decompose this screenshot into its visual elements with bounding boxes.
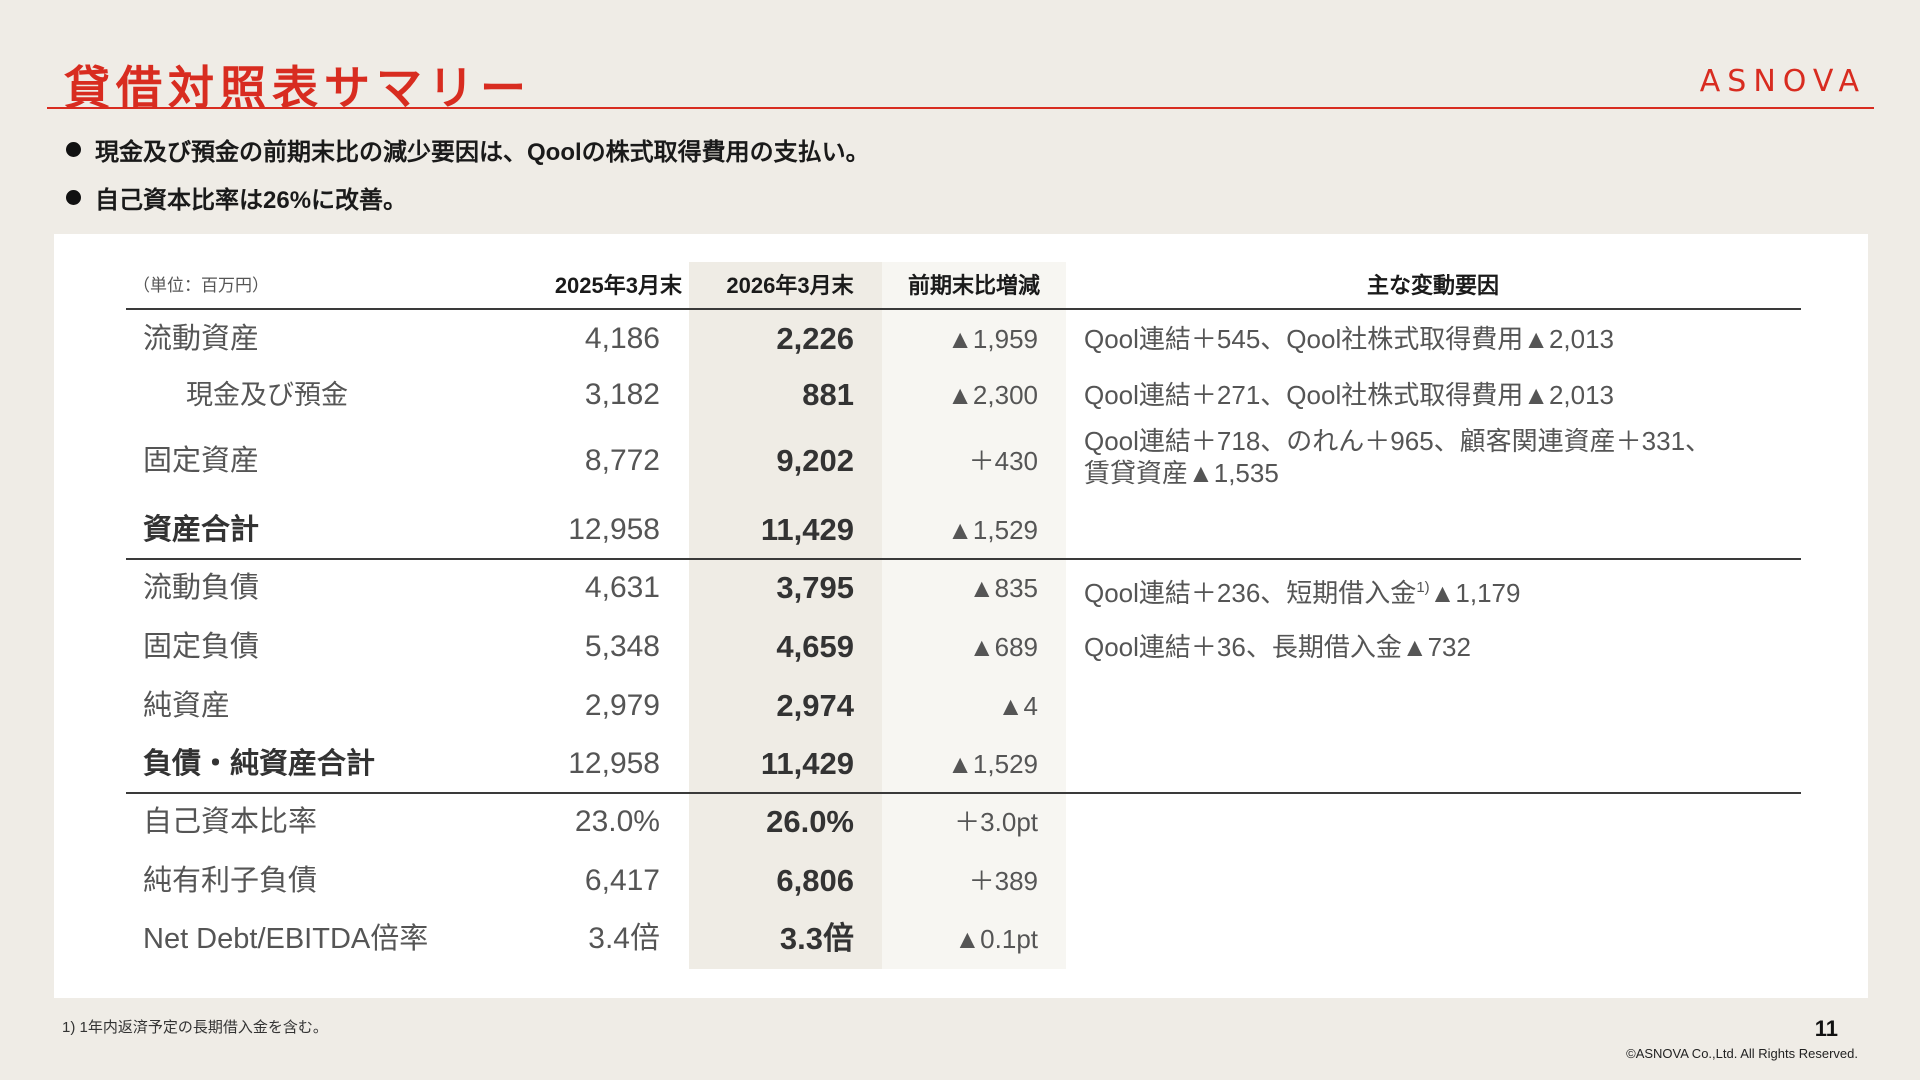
value-change: ＋389 bbox=[968, 866, 1038, 896]
value-prev: 12,958 bbox=[568, 513, 660, 546]
table-row: 負債・純資産合計 12,958 11,429 ▲1,529 bbox=[0, 739, 1920, 789]
table-row: 現金及び預金 3,182 881 ▲2,300 Qool連結＋271、Qool社… bbox=[0, 370, 1920, 420]
summary-bullets: 現金及び預金の前期末比の減少要因は、Qoolの株式取得費用の支払い。 自己資本比… bbox=[64, 132, 870, 228]
value-prev: 6,417 bbox=[584, 864, 660, 897]
value-change: ＋3.0pt bbox=[954, 807, 1038, 837]
bullet-dot-icon bbox=[66, 189, 81, 205]
bullet-dot-icon bbox=[66, 141, 81, 157]
row-label: 純有利子負債 bbox=[143, 865, 318, 897]
row-label: 負債・純資産合計 bbox=[143, 748, 376, 780]
company-logo: ASNOVA bbox=[1699, 64, 1866, 99]
value-prev: 2,979 bbox=[584, 689, 660, 722]
value-change: ▲835 bbox=[968, 573, 1038, 603]
value-current: 3,795 bbox=[776, 570, 854, 605]
row-label: 固定負債 bbox=[143, 631, 260, 663]
value-change: ▲4 bbox=[997, 691, 1038, 721]
value-current: 11,429 bbox=[760, 746, 854, 781]
value-change: ▲689 bbox=[968, 632, 1038, 662]
value-change: ▲2,300 bbox=[947, 380, 1038, 410]
slide: 貸借対照表サマリー ASNOVA 現金及び預金の前期末比の減少要因は、Qoolの… bbox=[0, 0, 1920, 1080]
unit-label: （単位：百万円） bbox=[133, 276, 269, 295]
value-prev: 4,186 bbox=[584, 322, 660, 355]
section-divider bbox=[126, 558, 1801, 560]
value-current: 4,659 bbox=[776, 629, 854, 664]
value-current: 6,806 bbox=[776, 863, 854, 898]
value-current: 11,429 bbox=[760, 512, 854, 547]
table-row: 固定資産 8,772 9,202 ＋430 Qool連結＋718、のれん＋965… bbox=[0, 426, 1920, 506]
value-prev: 12,958 bbox=[568, 747, 660, 780]
value-prev: 8,772 bbox=[584, 444, 660, 477]
row-label: 現金及び預金 bbox=[186, 380, 348, 410]
column-header-reasons: 主な変動要因 bbox=[1366, 273, 1499, 298]
value-change: ▲0.1pt bbox=[954, 924, 1038, 954]
table-row: 流動資産 4,186 2,226 ▲1,959 Qool連結＋545、Qool社… bbox=[0, 314, 1920, 364]
column-header-change: 前期末比増減 bbox=[907, 273, 1040, 298]
row-label: 流動負債 bbox=[143, 572, 260, 604]
value-current: 3.3倍 bbox=[779, 921, 854, 956]
value-change: ▲1,959 bbox=[947, 324, 1038, 354]
row-label: 資産合計 bbox=[143, 514, 260, 546]
bullet-text: 現金及び預金の前期末比の減少要因は、Qoolの株式取得費用の支払い。 bbox=[95, 138, 870, 166]
column-header-prev: 2025年3月末 bbox=[554, 273, 682, 298]
row-label: 純資産 bbox=[143, 690, 231, 722]
bullet-item: 自己資本比率は26%に改善。 bbox=[64, 180, 870, 214]
table-row: 自己資本比率 23.0% 26.0% ＋3.0pt bbox=[0, 797, 1920, 847]
section-divider bbox=[126, 792, 1801, 794]
change-reason-line: 賃貸資産▲1,535 bbox=[1084, 458, 1279, 488]
row-label: 自己資本比率 bbox=[143, 806, 318, 838]
value-change: ▲1,529 bbox=[947, 749, 1038, 779]
footnote-marker: 1) bbox=[1416, 579, 1430, 596]
value-prev: 3.4倍 bbox=[588, 922, 660, 955]
value-change: ＋430 bbox=[968, 446, 1038, 476]
table-row: 純資産 2,979 2,974 ▲4 bbox=[0, 681, 1920, 731]
change-reason-text: Qool連結＋236、短期借入金 bbox=[1084, 578, 1417, 608]
footnote: 1) 1年内返済予定の長期借入金を含む。 bbox=[62, 1019, 328, 1036]
value-prev: 3,182 bbox=[584, 378, 660, 411]
change-reason-text: ▲1,179 bbox=[1429, 578, 1521, 608]
table-row: 固定負債 5,348 4,659 ▲689 Qool連結＋36、長期借入金▲73… bbox=[0, 622, 1920, 672]
table-row: Net Debt/EBITDA倍率 3.4倍 3.3倍 ▲0.1pt bbox=[0, 914, 1920, 964]
change-reason: Qool連結＋236、短期借入金1)▲1,179 bbox=[1084, 572, 1520, 609]
bullet-item: 現金及び預金の前期末比の減少要因は、Qoolの株式取得費用の支払い。 bbox=[64, 132, 870, 166]
value-current: 9,202 bbox=[776, 443, 854, 478]
column-header-current: 2026年3月末 bbox=[726, 273, 854, 298]
row-label: Net Debt/EBITDA倍率 bbox=[143, 923, 429, 955]
copyright: ©ASNOVA Co.,Ltd. All Rights Reserved. bbox=[1626, 1046, 1858, 1061]
change-reason: Qool連結＋718、のれん＋965、顧客関連資産＋331、 賃貸資産▲1,53… bbox=[1084, 425, 1711, 489]
table-row: 流動負債 4,631 3,795 ▲835 Qool連結＋236、短期借入金1)… bbox=[0, 563, 1920, 613]
value-current: 881 bbox=[802, 377, 854, 412]
value-current: 2,226 bbox=[776, 321, 854, 356]
change-reason: Qool連結＋36、長期借入金▲732 bbox=[1084, 632, 1471, 662]
table-row: 純有利子負債 6,417 6,806 ＋389 bbox=[0, 856, 1920, 906]
row-label: 固定資産 bbox=[143, 445, 260, 477]
bullet-text: 自己資本比率は26%に改善。 bbox=[95, 186, 408, 214]
value-prev: 23.0% bbox=[574, 805, 660, 838]
value-current: 26.0% bbox=[766, 804, 854, 839]
change-reason: Qool連結＋545、Qool社株式取得費用▲2,013 bbox=[1084, 324, 1615, 354]
table-row: 資産合計 12,958 11,429 ▲1,529 bbox=[0, 505, 1920, 555]
value-prev: 5,348 bbox=[584, 630, 660, 663]
row-label: 流動資産 bbox=[143, 323, 260, 355]
change-reason-line: Qool連結＋718、のれん＋965、顧客関連資産＋331、 bbox=[1084, 426, 1712, 456]
title-divider bbox=[47, 107, 1874, 109]
page-number: 11 bbox=[1814, 1016, 1838, 1041]
value-change: ▲1,529 bbox=[947, 515, 1038, 545]
change-reason: Qool連結＋271、Qool社株式取得費用▲2,013 bbox=[1084, 380, 1615, 410]
header-divider bbox=[126, 308, 1801, 310]
value-current: 2,974 bbox=[776, 688, 854, 723]
value-prev: 4,631 bbox=[584, 571, 660, 604]
